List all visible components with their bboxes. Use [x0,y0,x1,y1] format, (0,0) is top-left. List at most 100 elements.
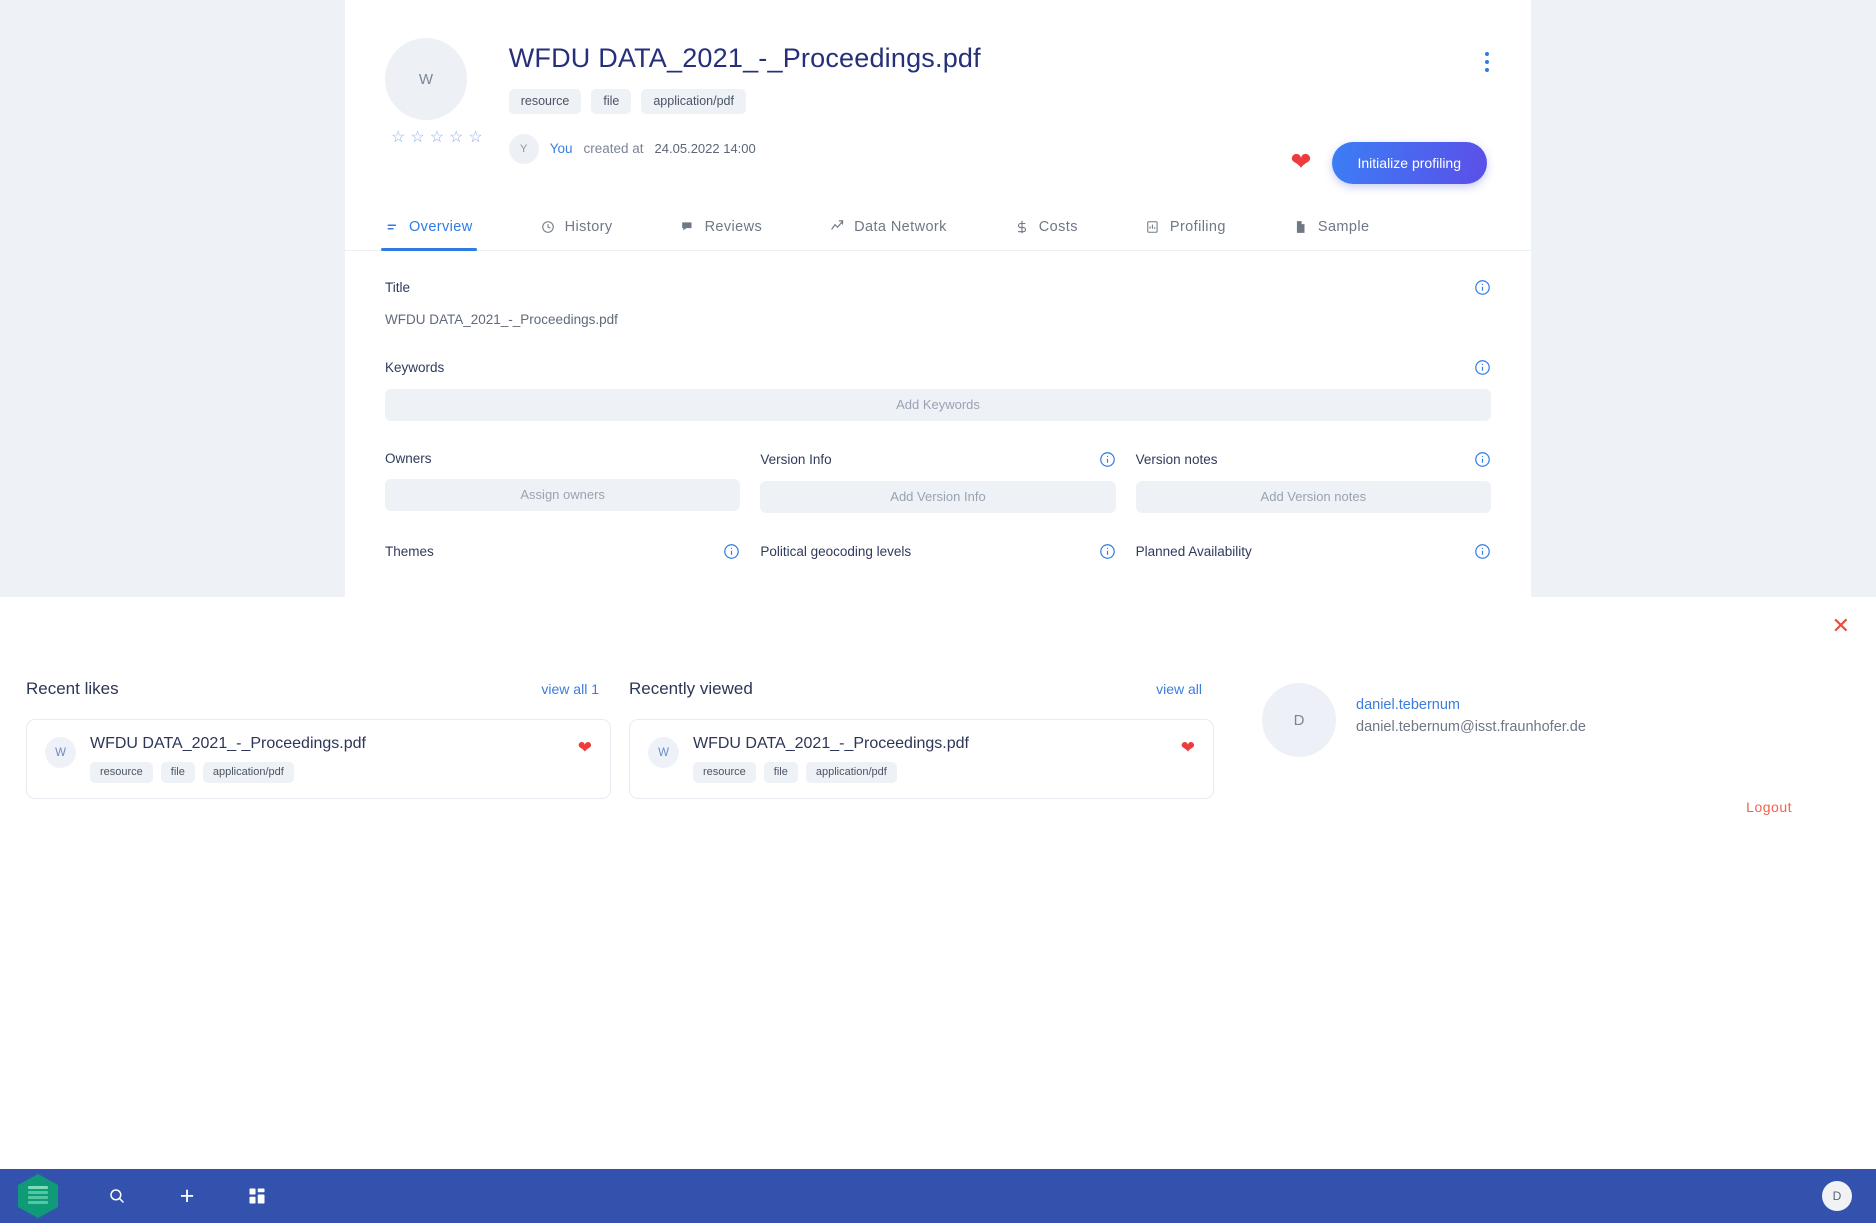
detail-tabs: Overview History Reviews Data Network Co… [345,208,1531,251]
avatar-initial: D [1293,711,1305,729]
resource-avatar: W [385,38,467,120]
version-info-field-label: Version Info [760,451,832,467]
overview-form: Title WFDU DATA_2021_-_Proceedings.pdf K… [345,251,1531,560]
resource-avatar-initial: W [418,70,434,88]
tab-data-network[interactable]: Data Network [830,208,947,250]
meta-field-columns: Owners Assign owners Version Info Add Ve… [385,451,1491,513]
version-notes-input[interactable]: Add Version notes [1135,480,1491,513]
tab-label: Profiling [1169,218,1226,235]
rating-stars[interactable]: ☆ ☆ ☆ ☆ ☆ [391,130,483,146]
comment-icon [681,219,696,234]
list-item-tags: resource file application/pdf [90,762,564,783]
trend-icon [830,219,845,234]
dashboard-icon[interactable] [240,1179,274,1213]
recent-likes-title: Recent likes [26,679,119,698]
star-icon-4[interactable]: ☆ [449,130,463,146]
info-icon[interactable] [723,543,740,560]
app-logo-icon[interactable] [18,1174,58,1218]
tag-chip: resource [693,762,756,783]
tag-chip: file [763,762,798,783]
owners-field-label: Owners [385,450,432,466]
version-notes-field: Version notes Add Version notes [1135,451,1491,513]
tab-costs[interactable]: Costs [1015,208,1078,250]
user-profile-section: D daniel.tebernum daniel.tebernum@isst.f… [1232,679,1792,815]
tab-sample[interactable]: Sample [1294,208,1370,250]
themes-field-label: Themes [385,543,434,559]
info-icon[interactable] [1474,359,1491,376]
list-item-avatar: W [45,737,76,768]
recently-viewed-view-all-link[interactable]: view all [1156,681,1202,697]
kebab-menu-icon[interactable] [1485,52,1489,72]
owners-field: Owners Assign owners [385,450,741,513]
star-icon-2[interactable]: ☆ [410,130,424,146]
star-icon-5[interactable]: ☆ [468,130,482,146]
logout-button[interactable]: Logout [1232,799,1792,815]
tab-label: Overview [409,218,473,235]
tag-chip: application/pdf [641,89,746,114]
owners-input[interactable]: Assign owners [385,478,741,511]
list-item-avatar-initial: W [658,746,669,759]
recently-viewed-section: Recently viewed view all W WFDU DATA_202… [629,679,1214,815]
recently-viewed-title: Recently viewed [629,679,753,698]
tag-chip: file [591,89,632,114]
keywords-field-label: Keywords [385,359,445,375]
title-field-label: Title [385,279,411,295]
profile-email: daniel.tebernum@isst.fraunhofer.de [1356,719,1586,735]
version-info-input[interactable]: Add Version Info [760,480,1116,513]
creator-name-link[interactable]: You [550,141,573,156]
info-icon[interactable] [1099,451,1116,468]
tag-chip: file [160,762,195,783]
overlay-content: Recent likes view all 1 W WFDU DATA_2021… [0,597,1876,815]
secondary-field-columns: Themes Political geocoding levels Planne… [385,543,1491,560]
version-notes-field-label: Version notes [1135,451,1218,467]
star-icon-3[interactable]: ☆ [430,130,444,146]
geocoding-field-label: Political geocoding levels [760,543,912,559]
availability-field-label: Planned Availability [1135,543,1252,559]
heart-icon[interactable]: ❤ [1181,739,1195,756]
creator-row: Y You created at 24.05.2022 14:00 [508,133,981,164]
list-item-name: WFDU DATA_2021_-_Proceedings.pdf [90,735,366,752]
page-title: WFDU DATA_2021_-_Proceedings.pdf [508,43,981,73]
tab-label: Data Network [854,218,947,235]
creator-avatar-initial: Y [520,142,528,155]
list-item-avatar-initial: W [55,746,66,759]
keywords-input[interactable]: Add Keywords [385,388,1491,421]
version-info-field: Version Info Add Version Info [760,451,1116,513]
tab-history[interactable]: History [541,208,613,250]
info-icon[interactable] [1474,279,1491,296]
close-icon[interactable]: ✕ [1832,615,1850,637]
info-icon[interactable] [1474,451,1491,468]
user-avatar-button[interactable]: D [1822,1181,1852,1211]
created-at-value: 24.05.2022 14:00 [654,141,756,157]
info-icon[interactable] [1099,543,1116,560]
list-item-avatar: W [648,737,679,768]
themes-field: Themes [385,543,740,560]
tab-label: History [564,218,613,235]
chart-box-icon [1146,219,1161,234]
star-icon-1[interactable]: ☆ [391,130,405,146]
tag-chip: application/pdf [805,762,897,783]
tab-profiling[interactable]: Profiling [1146,208,1226,250]
bottom-navbar: + D [0,1169,1876,1223]
list-item[interactable]: W WFDU DATA_2021_-_Proceedings.pdf resou… [26,719,611,799]
logo-stack-glyph [28,1186,48,1206]
tag-chip: resource [508,89,582,114]
recent-likes-view-all-link[interactable]: view all 1 [541,681,599,697]
heart-icon[interactable]: ❤ [578,739,592,756]
list-item[interactable]: W WFDU DATA_2021_-_Proceedings.pdf resou… [629,719,1214,799]
clock-icon [541,219,556,234]
tab-reviews[interactable]: Reviews [681,208,763,250]
detail-header: W ☆ ☆ ☆ ☆ ☆ WFDU DATA_2021_-_Proceedings… [345,0,1531,164]
plus-icon[interactable]: + [170,1179,204,1213]
tab-overview[interactable]: Overview [381,208,477,251]
avatar: D [1262,683,1336,757]
profile-username[interactable]: daniel.tebernum [1356,697,1586,713]
profile-text: daniel.tebernum daniel.tebernum@isst.fra… [1356,683,1586,757]
search-icon[interactable] [100,1179,134,1213]
quick-access-overlay: ✕ Recent likes view all 1 W WFDU DATA_20… [0,597,1876,1169]
list-item-tags: resource file application/pdf [693,762,1167,783]
list-item-name: WFDU DATA_2021_-_Proceedings.pdf [693,735,969,752]
recent-likes-section: Recent likes view all 1 W WFDU DATA_2021… [26,679,611,815]
resource-detail-card: W ☆ ☆ ☆ ☆ ☆ WFDU DATA_2021_-_Proceedings… [345,0,1531,700]
info-icon[interactable] [1474,543,1491,560]
